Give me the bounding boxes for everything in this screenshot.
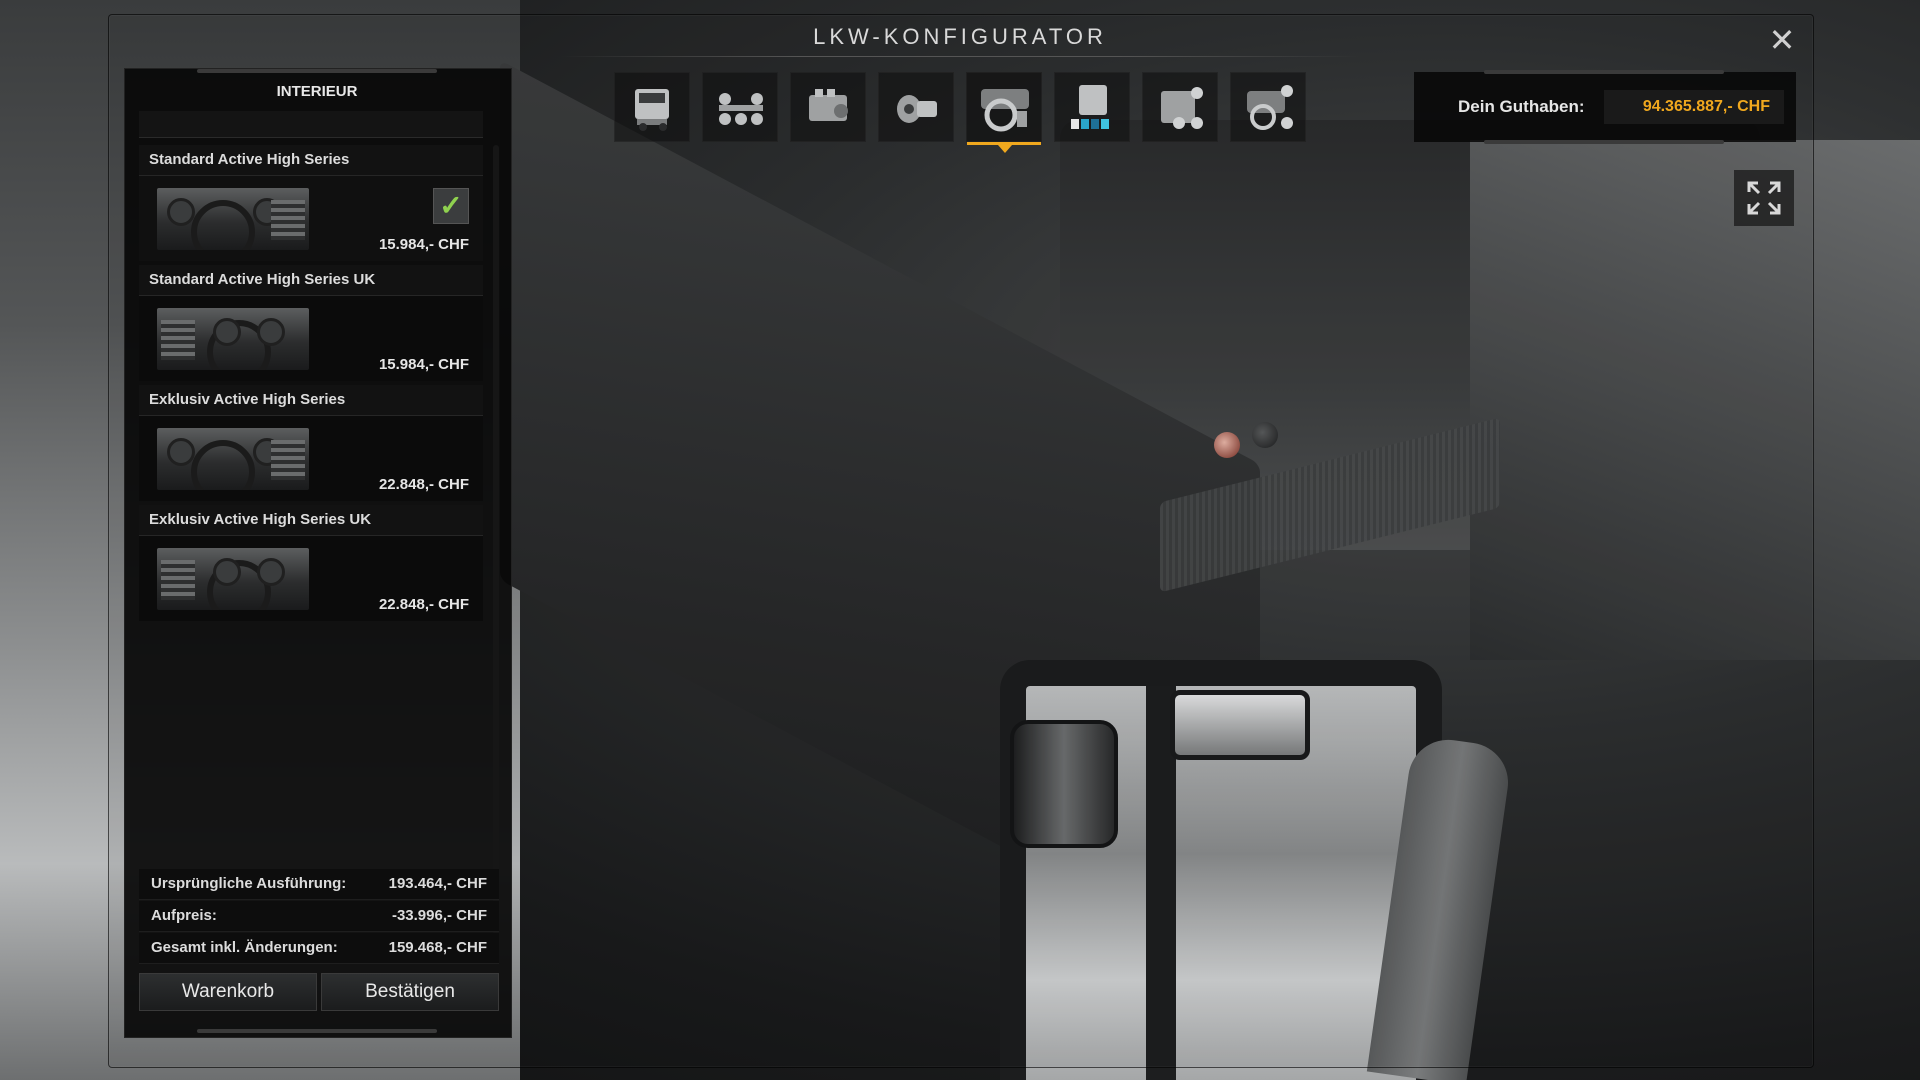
option-item[interactable]: Exklusiv Active High Series 22.848,- CHF <box>139 385 483 503</box>
panel-filter-bar <box>139 111 483 138</box>
balance-label: Dein Guthaben: <box>1458 97 1585 116</box>
page-title: LKW-KONFIGURATOR <box>813 24 1107 49</box>
category-toolbar <box>614 72 1314 153</box>
option-thumbnail <box>157 548 309 610</box>
option-title: Standard Active High Series UK <box>139 265 483 296</box>
transmission-icon <box>897 95 937 123</box>
option-price: 15.984,- CHF <box>378 236 469 253</box>
balance-value-box: 94.365.887,- CHF <box>1604 90 1784 124</box>
options-panel: INTERIEUR Standard Active High Series ✓ … <box>124 68 512 1038</box>
summary-label: Ursprüngliche Ausführung: <box>151 875 347 892</box>
active-tab-indicator <box>998 145 1012 153</box>
tab-accessories[interactable] <box>1142 72 1218 142</box>
option-title: Exklusiv Active High Series UK <box>139 505 483 536</box>
panel-header: INTERIEUR <box>276 83 358 100</box>
option-item[interactable]: Standard Active High Series ✓ 15.984,- C… <box>139 145 483 263</box>
summary-label: Gesamt inkl. Änderungen: <box>151 939 338 956</box>
cart-button[interactable]: Warenkorb <box>139 973 317 1011</box>
truck-cab-icon <box>635 89 669 131</box>
summary-value: 159.468,- CHF <box>388 939 487 956</box>
tab-chassis[interactable] <box>702 72 778 142</box>
confirm-button[interactable]: Bestätigen <box>321 973 499 1011</box>
tab-interior-accessories[interactable] <box>1230 72 1306 142</box>
fullscreen-button[interactable] <box>1734 170 1794 226</box>
accessories-icon <box>1161 87 1203 129</box>
interior-accessories-icon <box>1247 85 1293 130</box>
option-item[interactable]: Standard Active High Series UK 15.984,- … <box>139 265 483 383</box>
price-summary: Ursprüngliche Ausführung: 193.464,- CHF … <box>139 869 499 969</box>
summary-row-total: Gesamt inkl. Änderungen: 159.468,- CHF <box>139 933 499 964</box>
option-price: 15.984,- CHF <box>378 356 469 373</box>
summary-value: 193.464,- CHF <box>388 875 487 892</box>
panel-bottom-bar <box>197 1029 437 1033</box>
options-scrollbar[interactable] <box>493 145 499 935</box>
option-item[interactable]: Exklusiv Active High Series UK 22.848,- … <box>139 505 483 623</box>
check-icon: ✓ <box>433 188 469 224</box>
tab-transmission[interactable] <box>878 72 954 142</box>
balance-panel: Dein Guthaben: 94.365.887,- CHF <box>1414 70 1796 144</box>
interior-icon <box>981 89 1029 132</box>
option-title: Standard Active High Series <box>139 145 483 176</box>
summary-row-original: Ursprüngliche Ausführung: 193.464,- CHF <box>139 869 499 900</box>
tab-paint[interactable] <box>1054 72 1130 142</box>
title-divider <box>560 56 1360 57</box>
tab-cab[interactable] <box>614 72 690 142</box>
summary-label: Aufpreis: <box>151 907 217 924</box>
option-price: 22.848,- CHF <box>378 596 469 613</box>
summary-value: -33.996,- CHF <box>391 907 487 924</box>
engine-icon <box>809 89 848 121</box>
expand-icon <box>1747 181 1781 215</box>
balance-value: 94.365.887,- CHF <box>1642 98 1770 115</box>
close-icon[interactable]: ✕ <box>1764 22 1800 58</box>
option-thumbnail <box>157 308 309 370</box>
option-thumbnail <box>157 428 309 490</box>
panel-top-bar <box>197 69 437 73</box>
tab-interior[interactable] <box>966 72 1042 153</box>
option-thumbnail <box>157 188 309 250</box>
paint-icon <box>1071 85 1109 129</box>
option-price: 22.848,- CHF <box>378 476 469 493</box>
chassis-icon <box>719 93 763 125</box>
option-title: Exklusiv Active High Series <box>139 385 483 416</box>
summary-row-surcharge: Aufpreis: -33.996,- CHF <box>139 901 499 932</box>
tab-engine[interactable] <box>790 72 866 142</box>
